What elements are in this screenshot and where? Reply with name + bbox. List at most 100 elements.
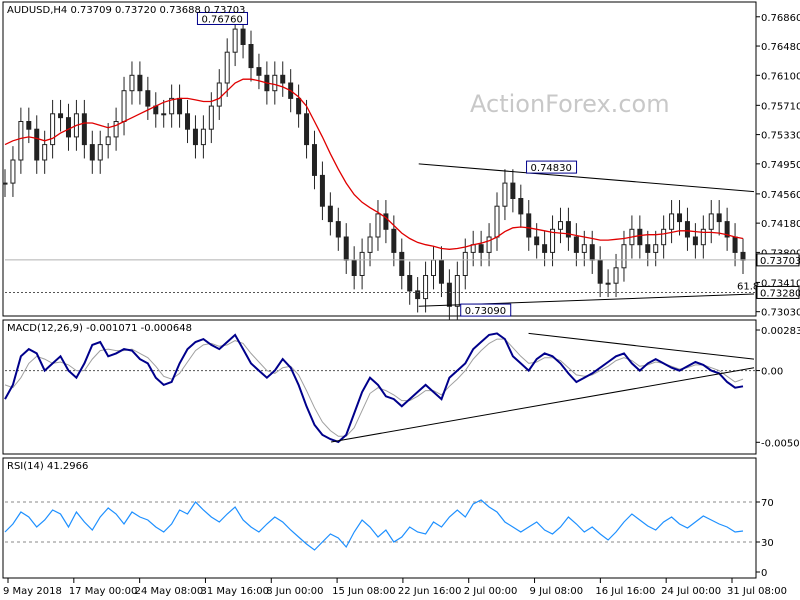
fib-price-tag-label: 0.73280 bbox=[760, 288, 800, 299]
candle-body bbox=[145, 90, 151, 107]
candle-body bbox=[542, 244, 548, 253]
candle-body bbox=[708, 213, 714, 230]
candle-body bbox=[26, 121, 32, 130]
candle-body bbox=[113, 121, 119, 138]
annotation-label: 0.74830 bbox=[531, 163, 572, 174]
candle-body bbox=[692, 236, 698, 246]
candle-body bbox=[343, 236, 349, 261]
candle-body bbox=[200, 128, 206, 146]
candle-body bbox=[2, 182, 8, 185]
candle-body bbox=[192, 128, 198, 146]
candle-body bbox=[81, 113, 87, 146]
rsi-y-tick-label: 30 bbox=[761, 538, 774, 549]
candle-body bbox=[216, 82, 222, 107]
candle-body bbox=[359, 251, 365, 276]
annotation-label: 0.73090 bbox=[465, 306, 506, 317]
x-tick-label: 17 May 00:00 bbox=[69, 586, 138, 597]
candle-body bbox=[208, 105, 214, 130]
candle-body bbox=[526, 213, 532, 238]
candle-body bbox=[42, 144, 48, 161]
candle-body bbox=[740, 251, 746, 261]
candle-body bbox=[161, 113, 167, 116]
x-tick-label: 16 Jul 16:00 bbox=[595, 586, 655, 597]
candle-body bbox=[494, 205, 500, 238]
price-panel bbox=[2, 1, 757, 317]
candle-body bbox=[669, 213, 675, 230]
x-tick-label: 8 Jun 00:00 bbox=[266, 586, 323, 597]
candle-body bbox=[129, 74, 135, 92]
current-price-tag-label: 0.73703 bbox=[760, 256, 800, 267]
price-title: AUDUSD,H4 0.73709 0.73720 0.73688 0.7370… bbox=[7, 5, 245, 16]
candle-body bbox=[34, 128, 40, 161]
price-y-tick-label: 0.76480 bbox=[761, 42, 800, 53]
rsi-panel bbox=[2, 457, 757, 579]
candle-body bbox=[232, 28, 238, 53]
x-tick-label: 22 Jun 16:00 bbox=[398, 586, 462, 597]
candle-body bbox=[581, 244, 587, 253]
candle-body bbox=[470, 244, 476, 253]
candle-body bbox=[438, 259, 444, 284]
candle-body bbox=[423, 275, 429, 300]
candle-body bbox=[311, 144, 317, 176]
x-tick-label: 24 Jul 00:00 bbox=[661, 586, 721, 597]
candle-body bbox=[621, 244, 627, 269]
candle-body bbox=[327, 205, 333, 223]
macd-y-tick-label: 0.002839 bbox=[761, 326, 800, 337]
candle-body bbox=[58, 113, 64, 119]
rsi-y-tick-label: 70 bbox=[761, 498, 774, 509]
candle-body bbox=[105, 136, 111, 146]
candle-body bbox=[645, 244, 651, 253]
candle-body bbox=[518, 198, 524, 215]
candle-body bbox=[296, 97, 302, 115]
chart-svg: ActionForex.com 61.8 0.76760 0.74830 0.7309… bbox=[2, 1, 800, 597]
x-tick-label: 9 May 2018 bbox=[3, 586, 62, 597]
candle-body bbox=[613, 267, 619, 284]
candle-body bbox=[684, 221, 690, 238]
x-tick-label: 31 May 16:00 bbox=[200, 586, 269, 597]
candle-body bbox=[335, 221, 341, 238]
rsi-title: RSI(14) 41.2966 bbox=[7, 461, 88, 472]
candle-body bbox=[510, 182, 516, 200]
price-y-tick-label: 0.74560 bbox=[761, 190, 800, 201]
candle-body bbox=[589, 244, 595, 261]
candle-body bbox=[391, 228, 397, 253]
candle-body bbox=[597, 259, 603, 284]
candle-body bbox=[502, 182, 508, 207]
candle-body bbox=[272, 74, 278, 92]
candle-body bbox=[280, 74, 286, 84]
candle-body bbox=[121, 90, 127, 122]
candle-body bbox=[304, 113, 310, 146]
candle-body bbox=[462, 251, 468, 276]
candle-body bbox=[65, 117, 71, 138]
candle-body bbox=[319, 174, 325, 207]
price-y-tick-label: 0.75710 bbox=[761, 101, 800, 112]
candle-body bbox=[351, 259, 357, 277]
candle-body bbox=[407, 275, 413, 292]
candle-body bbox=[240, 28, 246, 45]
candle-body bbox=[399, 251, 405, 276]
x-tick-label: 9 Jul 08:00 bbox=[530, 586, 584, 597]
candle-body bbox=[486, 236, 492, 253]
candle-body bbox=[661, 228, 667, 246]
macd-y-tick-label: -0.005021 bbox=[761, 438, 800, 449]
price-y-tick-label: 0.76860 bbox=[761, 13, 800, 24]
price-y-tick-label: 0.73030 bbox=[761, 308, 800, 319]
candle-body bbox=[177, 97, 183, 115]
candle-body bbox=[10, 159, 16, 184]
candle-body bbox=[653, 244, 659, 253]
x-tick-label: 2 Jul 00:00 bbox=[464, 586, 518, 597]
candle-body bbox=[637, 228, 643, 246]
candle-body bbox=[573, 236, 579, 253]
x-tick-label: 31 Jul 08:00 bbox=[727, 586, 787, 597]
candle-body bbox=[89, 144, 95, 161]
candle-body bbox=[557, 221, 563, 230]
candle-body bbox=[716, 213, 722, 223]
annotation-label: 0.76760 bbox=[201, 14, 242, 25]
macd-title: MACD(12,26,9) -0.001071 -0.000648 bbox=[7, 323, 192, 334]
candle-body bbox=[224, 51, 230, 84]
price-y-tick-label: 0.74180 bbox=[761, 219, 800, 230]
candle-body bbox=[605, 282, 611, 285]
candle-body bbox=[478, 244, 484, 253]
candle-body bbox=[137, 74, 143, 92]
candle-body bbox=[248, 44, 254, 69]
